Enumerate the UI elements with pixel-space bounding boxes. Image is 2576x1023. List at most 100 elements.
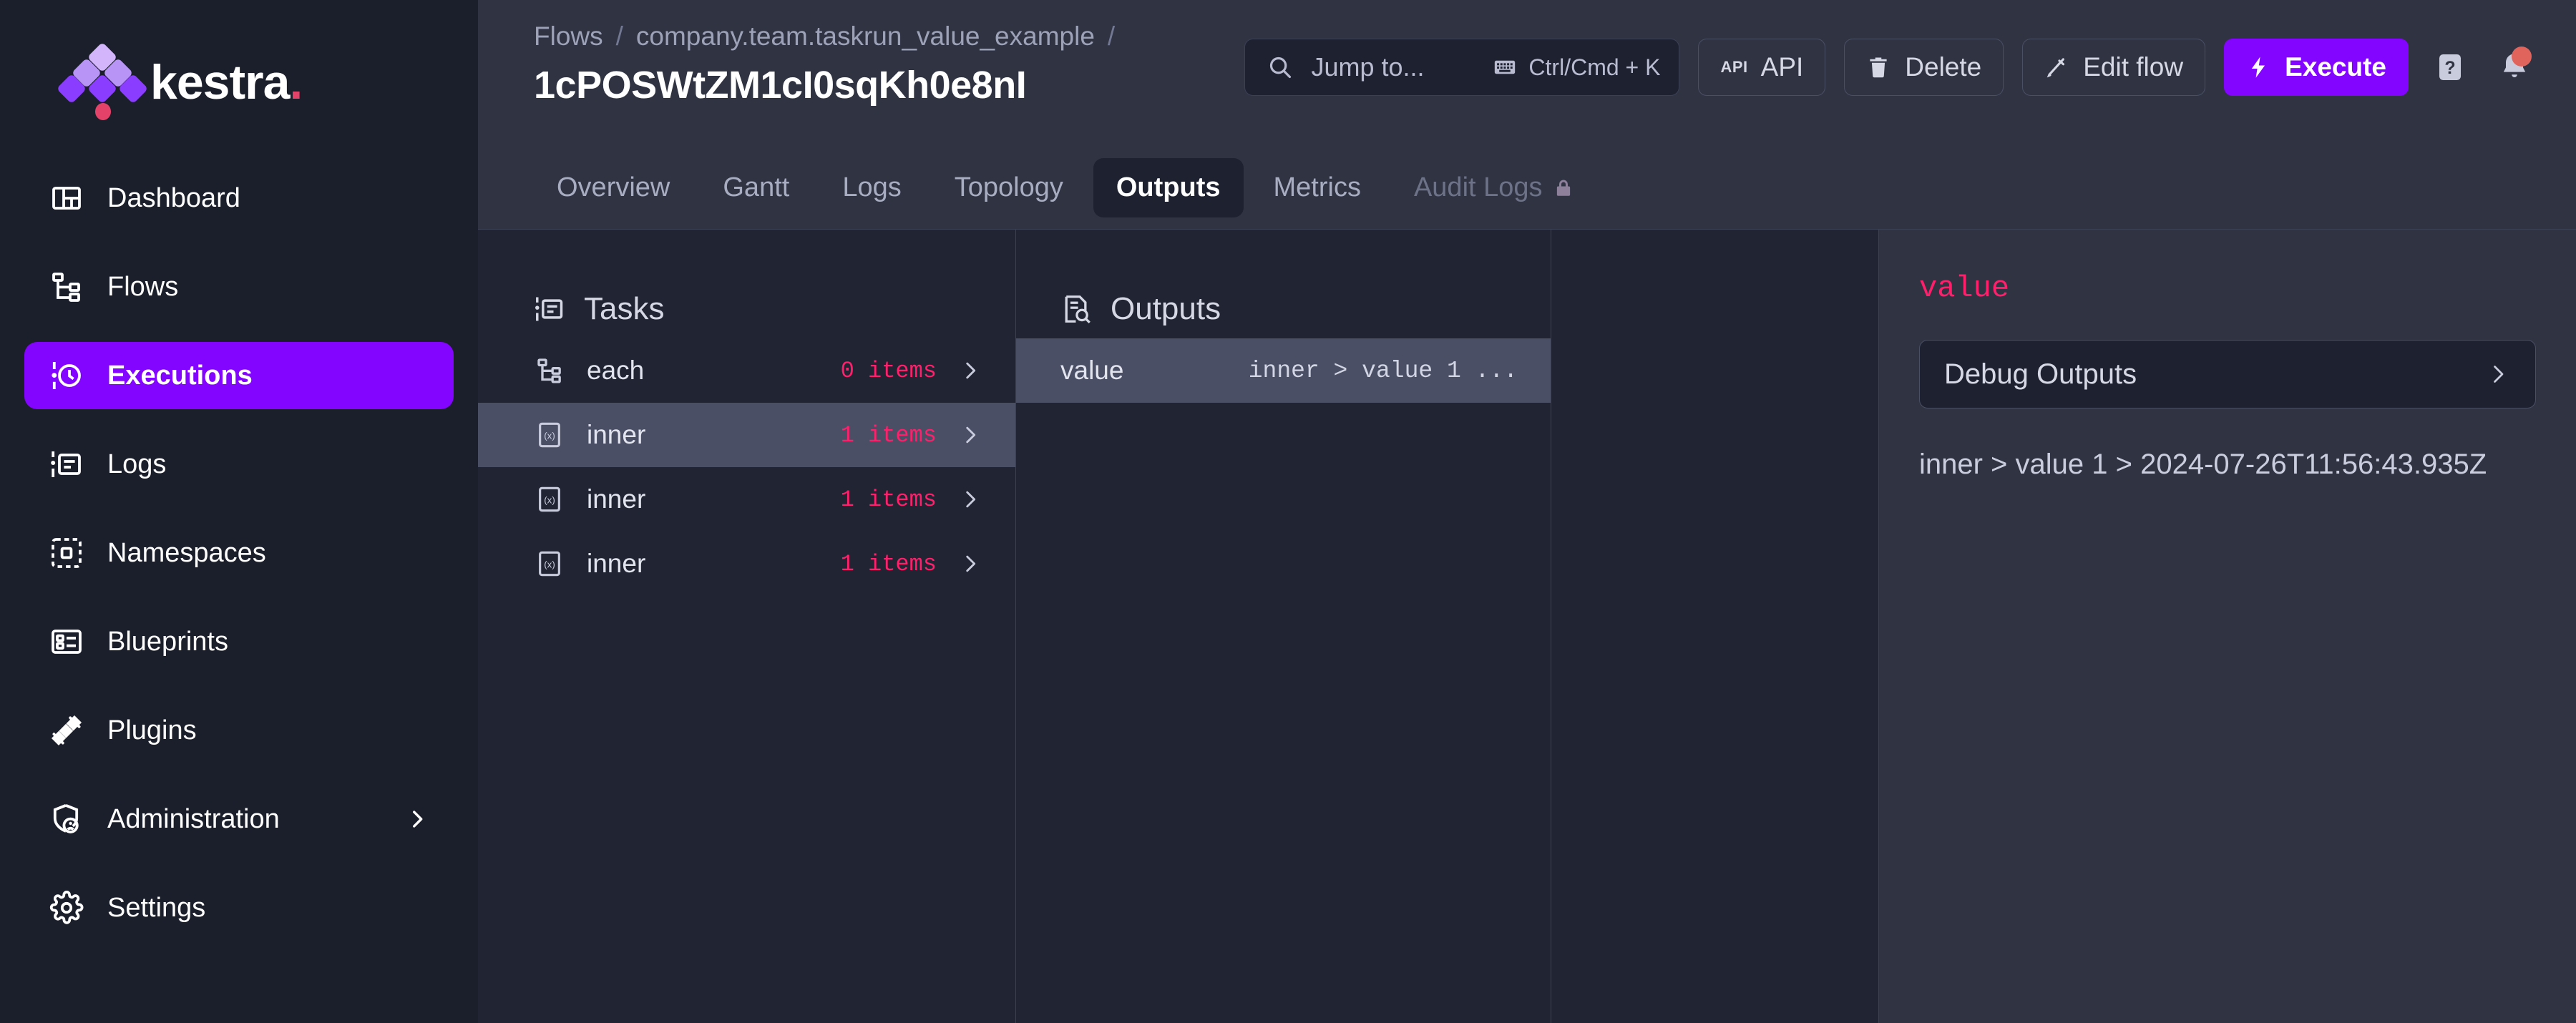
trash-icon [1866,55,1890,79]
search-input[interactable]: Jump to... Ctrl/Cmd + K [1244,39,1679,96]
debug-outputs-button[interactable]: Debug Outputs [1919,340,2536,408]
shortcut-label: Ctrl/Cmd + K [1528,54,1660,81]
delete-label: Delete [1905,52,1981,82]
administration-icon [49,801,84,837]
breadcrumb-namespace[interactable]: company.team.taskrun_value_example [636,21,1095,52]
list-item[interactable]: value inner > value 1 ... [1016,338,1551,403]
variable-icon: (x) [534,484,565,515]
main-content: Flows / company.team.taskrun_value_examp… [478,0,2576,1023]
task-name: inner [587,420,645,450]
search-placeholder: Jump to... [1311,52,1424,82]
breadcrumb-flows[interactable]: Flows [534,21,603,52]
task-items-count: 1 items [841,551,937,577]
delete-button[interactable]: Delete [1844,39,2004,96]
tab-outputs[interactable]: Outputs [1093,158,1244,217]
sidebar-item-label: Plugins [107,715,197,746]
tab-gantt[interactable]: Gantt [700,158,812,217]
sidebar-item-logs[interactable]: Logs [24,431,454,498]
app-root: kestra. Dashboard Flows Executions [0,0,2576,1023]
sidebar-item-dashboard[interactable]: Dashboard [24,165,454,232]
brand-logo[interactable]: kestra. [0,0,478,165]
kestra-diamond-logo [74,46,130,118]
lock-icon [1553,177,1574,199]
empty-panel [1551,230,1879,1023]
table-row[interactable]: (x) inner 1 items [478,403,1015,467]
table-row[interactable]: each 0 items [478,338,1015,403]
task-name: each [587,356,644,386]
table-row[interactable]: (x) inner 1 items [478,532,1015,596]
api-button-label: API [1761,52,1804,82]
sidebar-nav: Dashboard Flows Executions Logs [0,165,478,963]
svg-text:(x): (x) [544,494,555,505]
task-name: inner [587,484,645,514]
output-preview: inner > value 1 ... [1249,358,1518,384]
variable-icon: (x) [534,548,565,579]
panels-container: Tasks each 0 items (x) inner [478,229,2576,1023]
chevron-right-icon [958,552,982,576]
outputs-panel-title: Outputs [1111,291,1221,327]
tab-logs[interactable]: Logs [819,158,924,217]
svg-text:(x): (x) [544,559,555,569]
search-shortcut: Ctrl/Cmd + K [1493,54,1660,81]
table-row[interactable]: (x) inner 1 items [478,467,1015,532]
tab-label: Logs [842,172,901,203]
tab-label: Topology [955,172,1063,203]
detail-value: inner > value 1 > 2024-07-26T11:56:43.93… [1919,449,2536,481]
output-detail-panel: value Debug Outputs inner > value 1 > 20… [1879,230,2576,1023]
chevron-right-icon [405,807,429,831]
outputs-icon [1060,293,1092,325]
sidebar-item-executions[interactable]: Executions [24,342,454,409]
breadcrumb-separator: / [1108,21,1115,52]
keyboard-icon [1493,55,1517,79]
sidebar-item-label: Executions [107,361,253,391]
brand-name: kestra. [150,58,302,107]
sidebar-item-administration[interactable]: Administration [24,785,454,853]
api-button[interactable]: API API [1698,39,1825,96]
page-title: 1cPOSWtZM1cI0sqKh0e8nI [534,63,1115,107]
execute-label: Execute [2285,52,2386,82]
tasks-panel-header: Tasks [478,230,1015,338]
tasks-panel-title: Tasks [584,291,664,327]
sidebar-item-namespaces[interactable]: Namespaces [24,519,454,587]
tab-metrics[interactable]: Metrics [1251,158,1384,217]
sidebar-item-flows[interactable]: Flows [24,253,454,320]
task-name: inner [587,549,645,579]
tab-bar: Overview Gantt Logs Topology Outputs Met… [478,147,2576,229]
outputs-panel-header: Outputs [1016,230,1551,338]
sidebar-item-settings[interactable]: Settings [24,874,454,941]
pencil-icon [2044,55,2069,79]
sidebar-item-label: Dashboard [107,183,240,214]
top-actions: Jump to... Ctrl/Cmd + K API API [1244,16,2537,96]
tab-label: Overview [557,172,670,203]
tab-overview[interactable]: Overview [534,158,693,217]
help-icon[interactable]: ? [2427,39,2473,96]
tab-topology[interactable]: Topology [932,158,1086,217]
edit-flow-button[interactable]: Edit flow [2022,39,2205,96]
chevron-right-icon [2485,361,2511,387]
sidebar-item-label: Blueprints [107,627,228,657]
bell-icon[interactable] [2492,39,2537,96]
sidebar-item-label: Administration [107,804,280,835]
detail-key: value [1919,271,2536,305]
dashboard-icon [49,180,84,216]
sidebar: kestra. Dashboard Flows Executions [0,0,478,1023]
sidebar-item-blueprints[interactable]: Blueprints [24,608,454,675]
plugins-icon [49,713,84,748]
executions-icon [49,358,84,393]
notification-badge [2512,46,2532,67]
blueprints-icon [49,624,84,660]
top-bar: Flows / company.team.taskrun_value_examp… [478,0,2576,147]
sidebar-item-plugins[interactable]: Plugins [24,697,454,764]
execute-button[interactable]: Execute [2224,39,2409,96]
variable-icon: (x) [534,419,565,451]
tab-label: Metrics [1274,172,1361,203]
tab-label: Gantt [723,172,789,203]
chevron-right-icon [958,358,982,383]
chevron-right-icon [958,487,982,512]
sidebar-item-label: Settings [107,893,205,924]
output-key: value [1060,356,1123,386]
settings-icon [49,890,84,926]
chevron-right-icon [958,423,982,447]
outputs-panel: Outputs value inner > value 1 ... [1016,230,1551,1023]
edit-flow-label: Edit flow [2083,52,2183,82]
